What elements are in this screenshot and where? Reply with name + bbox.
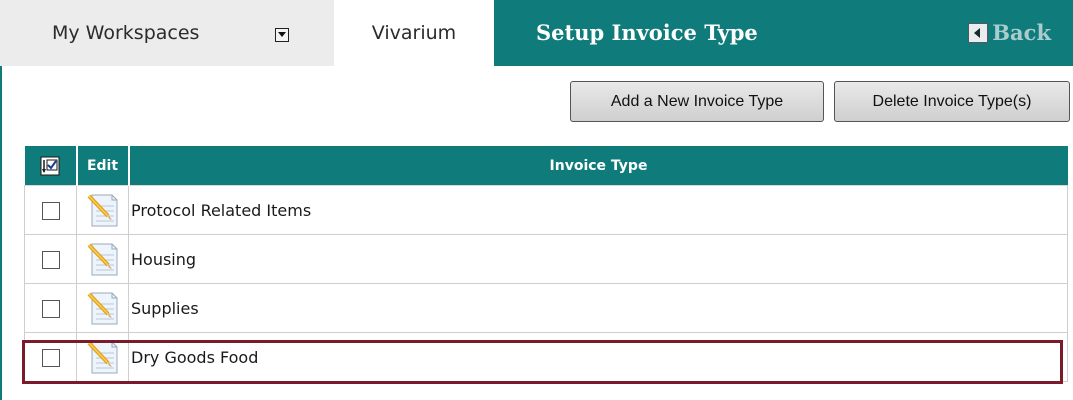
- table-row: Supplies: [24, 283, 1068, 333]
- delete-invoice-types-button[interactable]: Delete Invoice Type(s): [834, 81, 1070, 122]
- invoice-type-name: Dry Goods Food: [128, 332, 1068, 382]
- row-edit-cell: [76, 234, 129, 284]
- arrow-left-icon: [968, 22, 989, 43]
- tab-vivarium[interactable]: Vivarium: [334, 0, 494, 66]
- page-header: Setup Invoice Type Back: [494, 0, 1073, 66]
- notepad-pencil-icon[interactable]: [77, 241, 128, 277]
- workspaces-dropdown-icon[interactable]: [275, 28, 289, 42]
- row-select-cell: [24, 234, 77, 284]
- row-select-cell: [24, 283, 77, 333]
- notepad-pencil-icon[interactable]: [77, 192, 128, 228]
- invoice-type-table: Edit Invoice Type Protocol Related Items…: [24, 146, 1068, 382]
- table-row: Housing: [24, 234, 1068, 284]
- row-checkbox[interactable]: [41, 201, 60, 220]
- row-edit-cell: [76, 283, 129, 333]
- invoice-type-name: Supplies: [128, 283, 1068, 333]
- page-title: Setup Invoice Type: [536, 20, 758, 45]
- row-select-cell: [24, 185, 77, 235]
- edit-column-header: Edit: [76, 146, 130, 186]
- invoice-type-name: Housing: [128, 234, 1068, 284]
- add-invoice-type-button[interactable]: Add a New Invoice Type: [570, 81, 824, 122]
- back-button[interactable]: Back: [968, 20, 1051, 45]
- invoice-type-name: Protocol Related Items: [128, 185, 1068, 235]
- table-row: Dry Goods Food: [24, 332, 1068, 382]
- select-all-checkbox-icon[interactable]: [25, 156, 76, 176]
- row-edit-cell: [76, 332, 129, 382]
- select-all-header[interactable]: [24, 146, 78, 186]
- tab-vivarium-label: Vivarium: [371, 22, 457, 44]
- row-edit-cell: [76, 185, 129, 235]
- notepad-pencil-icon[interactable]: [77, 339, 128, 375]
- tab-my-workspaces-label: My Workspaces: [52, 22, 200, 44]
- row-checkbox[interactable]: [41, 250, 60, 269]
- back-label: Back: [992, 20, 1051, 45]
- table-header-row: Edit Invoice Type: [24, 146, 1068, 186]
- notepad-pencil-icon[interactable]: [77, 290, 128, 326]
- invoice-type-column-header[interactable]: Invoice Type: [128, 146, 1068, 186]
- row-checkbox[interactable]: [41, 299, 60, 318]
- row-select-cell: [24, 332, 77, 382]
- row-checkbox[interactable]: [41, 348, 60, 367]
- table-row: Protocol Related Items: [24, 185, 1068, 235]
